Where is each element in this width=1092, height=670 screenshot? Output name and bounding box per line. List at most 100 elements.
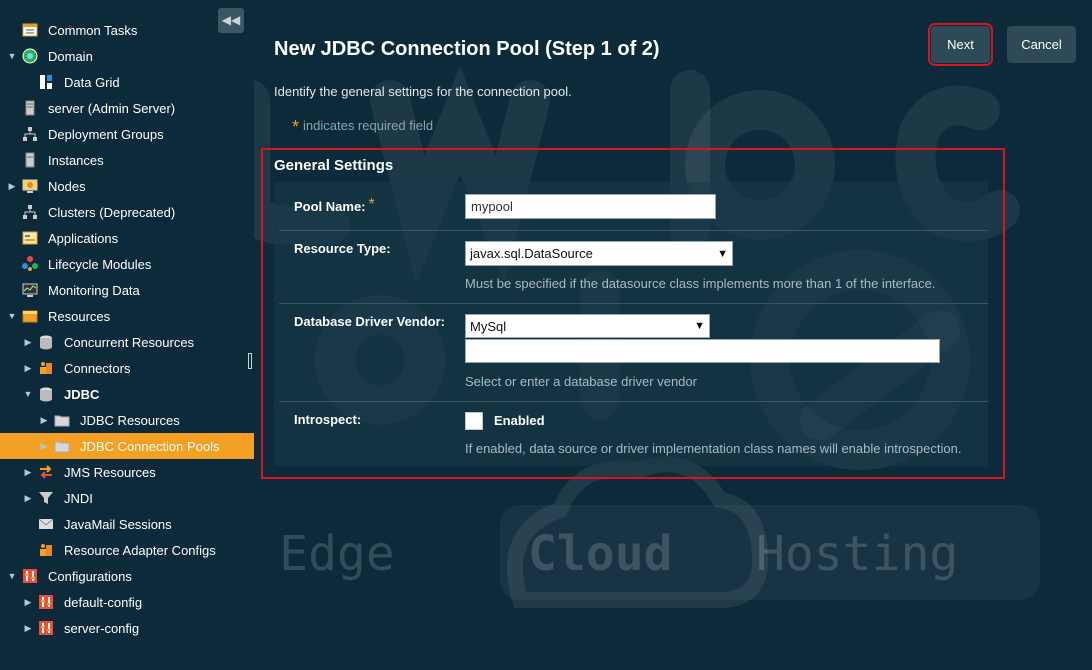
- navigation-sidebar: ◀◀ Common Tasks ▼ Domain Data Grid server (A…: [0, 0, 254, 670]
- sidebar-item-label: Instances: [48, 152, 104, 168]
- instances-icon: [22, 152, 38, 168]
- collapsed-arrow-icon[interactable]: ▶: [22, 623, 34, 634]
- sidebar-item-label: JDBC: [64, 386, 100, 402]
- pool-name-label: Pool Name: *: [294, 196, 375, 214]
- collapsed-arrow-icon[interactable]: ▶: [22, 337, 34, 348]
- sidebar-item-nodes[interactable]: ▶ Nodes: [0, 173, 254, 199]
- sidebar-item-default-config[interactable]: ▶ default-config: [0, 589, 254, 615]
- dropdown-arrow-icon: ▼: [717, 247, 728, 260]
- collapsed-arrow-icon[interactable]: ▶: [22, 597, 34, 608]
- mail-icon: [38, 516, 54, 532]
- collapsed-arrow-icon[interactable]: ▶: [22, 493, 34, 504]
- connectors-icon: [38, 542, 54, 558]
- sidebar-item-label: Common Tasks: [48, 22, 138, 38]
- dropdown-arrow-icon: ▼: [694, 320, 705, 332]
- pool-name-input[interactable]: mypool: [465, 194, 716, 219]
- sidebar-item-resource-adapter-configs[interactable]: Resource Adapter Configs: [0, 537, 254, 563]
- sidebar-item-label: default-config: [64, 594, 143, 610]
- sidebar-item-label: Deployment Groups: [48, 126, 164, 142]
- sidebar-item-applications[interactable]: Applications: [0, 225, 254, 251]
- introspect-checkbox[interactable]: [465, 412, 483, 430]
- driver-vendor-label: Database Driver Vendor:: [294, 314, 446, 329]
- collapsed-arrow-icon[interactable]: ▶: [38, 415, 50, 426]
- row-divider: [279, 401, 988, 402]
- page-description: Identify the general settings for the co…: [274, 84, 572, 99]
- monitoring-icon: [22, 282, 38, 298]
- resource-type-select[interactable]: javax.sql.DataSource ▼: [465, 241, 733, 266]
- sidebar-splitter-handle[interactable]: [248, 353, 252, 369]
- database-icon: [38, 334, 54, 350]
- tasks-icon: [22, 22, 38, 38]
- sidebar-item-jndi[interactable]: ▶ JNDI: [0, 485, 254, 511]
- expanded-arrow-icon[interactable]: ▼: [22, 389, 34, 399]
- sidebar-item-clusters-deprecated[interactable]: Clusters (Deprecated): [0, 199, 254, 225]
- filter-icon: [38, 490, 54, 506]
- sidebar-item-label: server-config: [64, 620, 140, 636]
- config-icon: [22, 568, 38, 584]
- sidebar-item-monitoring-data[interactable]: Monitoring Data: [0, 277, 254, 303]
- sidebar-item-data-grid[interactable]: Data Grid: [0, 69, 254, 95]
- database-icon: [38, 386, 54, 402]
- globe-icon: [22, 48, 38, 64]
- sidebar-item-domain[interactable]: ▼ Domain: [0, 43, 254, 69]
- expanded-arrow-icon[interactable]: ▼: [6, 571, 18, 581]
- folder-icon: [54, 412, 70, 428]
- driver-vendor-value: MySql: [470, 318, 507, 334]
- sidebar-item-server-admin-server[interactable]: server (Admin Server): [0, 95, 254, 121]
- deployment-groups-icon: [22, 126, 38, 142]
- jms-icon: [38, 464, 54, 480]
- next-button[interactable]: Next: [928, 23, 993, 66]
- sidebar-item-label: Resources: [48, 308, 111, 324]
- svg-text:Cloud: Cloud: [528, 526, 673, 582]
- sidebar-item-concurrent-resources[interactable]: ▶ Concurrent Resources: [0, 329, 254, 355]
- sidebar-item-label: Configurations: [48, 568, 132, 584]
- resource-type-label: Resource Type:: [294, 241, 391, 256]
- sidebar-item-label: JNDI: [64, 490, 93, 506]
- expanded-arrow-icon[interactable]: ▼: [6, 311, 18, 321]
- driver-vendor-select[interactable]: MySql ▼: [465, 314, 710, 338]
- server-icon: [22, 100, 38, 116]
- sidebar-item-label: JDBC Resources: [80, 412, 180, 428]
- page-title: New JDBC Connection Pool (Step 1 of 2): [274, 38, 660, 60]
- introspect-label: Introspect:: [294, 412, 362, 427]
- sidebar-item-instances[interactable]: Instances: [0, 147, 254, 173]
- sidebar-item-jdbc-resources[interactable]: ▶ JDBC Resources: [0, 407, 254, 433]
- resources-icon: [22, 308, 38, 324]
- sidebar-item-jdbc[interactable]: ▼ JDBC: [0, 381, 254, 407]
- sidebar-item-lifecycle-modules[interactable]: Lifecycle Modules: [0, 251, 254, 277]
- nodes-icon: [22, 178, 38, 194]
- clusters-icon: [22, 204, 38, 220]
- introspect-enabled-label[interactable]: Enabled: [494, 413, 545, 428]
- sidebar-item-server-config[interactable]: ▶ server-config: [0, 615, 254, 641]
- sidebar-item-deployment-groups[interactable]: Deployment Groups: [0, 121, 254, 147]
- driver-vendor-help: Select or enter a database driver vendor: [465, 374, 697, 389]
- sidebar-item-label: Data Grid: [64, 74, 120, 90]
- collapsed-arrow-icon[interactable]: ▶: [22, 363, 34, 374]
- sidebar-item-jdbc-connection-pools[interactable]: ▶ JDBC Connection Pools: [0, 433, 254, 459]
- introspect-help: If enabled, data source or driver implem…: [465, 441, 962, 456]
- sidebar-item-label: server (Admin Server): [48, 100, 176, 116]
- sidebar-item-label: Applications: [48, 230, 119, 246]
- driver-vendor-text-input[interactable]: [465, 339, 940, 363]
- required-star: *: [368, 196, 375, 213]
- config-icon: [38, 594, 54, 610]
- sidebar-item-jms-resources[interactable]: ▶ JMS Resources: [0, 459, 254, 485]
- sidebar-item-configurations[interactable]: ▼ Configurations: [0, 563, 254, 589]
- svg-text:Hosting: Hosting: [756, 526, 958, 582]
- collapsed-arrow-icon[interactable]: ▶: [38, 441, 50, 452]
- sidebar-item-label: Resource Adapter Configs: [64, 542, 216, 558]
- sidebar-item-connectors[interactable]: ▶ Connectors: [0, 355, 254, 381]
- config-icon: [38, 620, 54, 636]
- required-star: *: [292, 117, 300, 137]
- sidebar-item-common-tasks[interactable]: Common Tasks: [0, 17, 254, 43]
- expanded-arrow-icon[interactable]: ▼: [6, 51, 18, 61]
- collapsed-arrow-icon[interactable]: ▶: [6, 181, 18, 192]
- collapsed-arrow-icon[interactable]: ▶: [22, 467, 34, 478]
- row-divider: [279, 303, 988, 304]
- sidebar-item-javamail-sessions[interactable]: JavaMail Sessions: [0, 511, 254, 537]
- resource-type-value: javax.sql.DataSource: [470, 246, 593, 261]
- applications-icon: [22, 230, 38, 246]
- cancel-button[interactable]: Cancel: [1007, 26, 1076, 63]
- sidebar-item-resources[interactable]: ▼ Resources: [0, 303, 254, 329]
- sidebar-item-label: Monitoring Data: [48, 282, 140, 298]
